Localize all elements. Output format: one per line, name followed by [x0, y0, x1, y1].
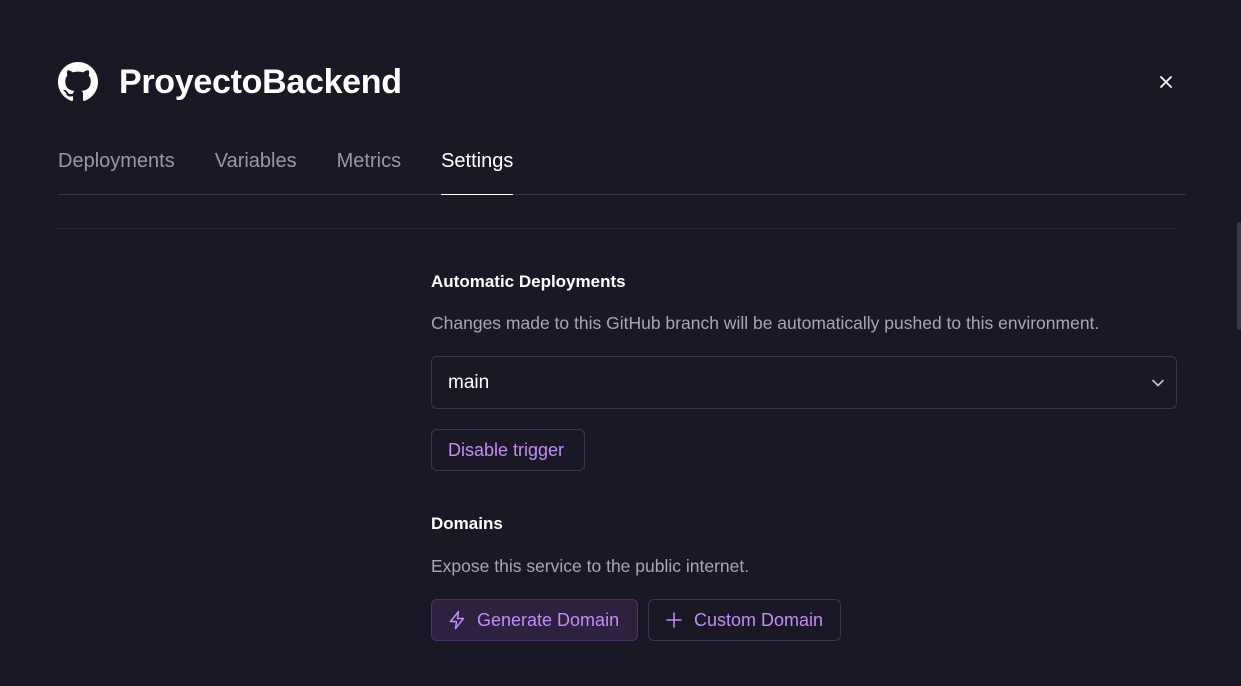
- generate-domain-label: Generate Domain: [477, 609, 620, 630]
- automatic-deployments-description: Changes made to this GitHub branch will …: [431, 313, 1100, 333]
- page-title: ProyectoBackend: [119, 62, 402, 101]
- disable-trigger-label: Disable trigger: [448, 439, 565, 460]
- branch-select[interactable]: main: [431, 356, 1177, 409]
- chevron-down-icon: [1150, 375, 1166, 391]
- disable-trigger-button[interactable]: Disable trigger: [431, 429, 585, 471]
- tab-deployments[interactable]: Deployments: [58, 140, 175, 194]
- automatic-deployments-title: Automatic Deployments: [431, 272, 626, 291]
- service-header: ProyectoBackend: [58, 61, 402, 103]
- close-button[interactable]: [1155, 71, 1177, 93]
- content-divider: [58, 228, 1176, 229]
- domains-title: Domains: [431, 514, 503, 533]
- custom-domain-button[interactable]: Custom Domain: [648, 599, 841, 641]
- scrollbar-thumb[interactable]: [1237, 222, 1241, 330]
- github-icon: [58, 62, 98, 102]
- plus-icon: [664, 610, 684, 630]
- tab-variables[interactable]: Variables: [215, 140, 297, 194]
- custom-domain-label: Custom Domain: [694, 609, 824, 630]
- tab-metrics[interactable]: Metrics: [337, 140, 401, 194]
- tab-settings[interactable]: Settings: [441, 140, 514, 195]
- service-settings-panel: ProyectoBackend Deployments Variables Me…: [0, 0, 1241, 686]
- close-icon: [1159, 75, 1173, 89]
- lightning-icon: [447, 610, 467, 630]
- generate-domain-button[interactable]: Generate Domain: [431, 599, 638, 641]
- tab-bar: Deployments Variables Metrics Settings: [58, 140, 1186, 195]
- domains-description: Expose this service to the public intern…: [431, 556, 750, 576]
- branch-select-value: main: [448, 371, 490, 393]
